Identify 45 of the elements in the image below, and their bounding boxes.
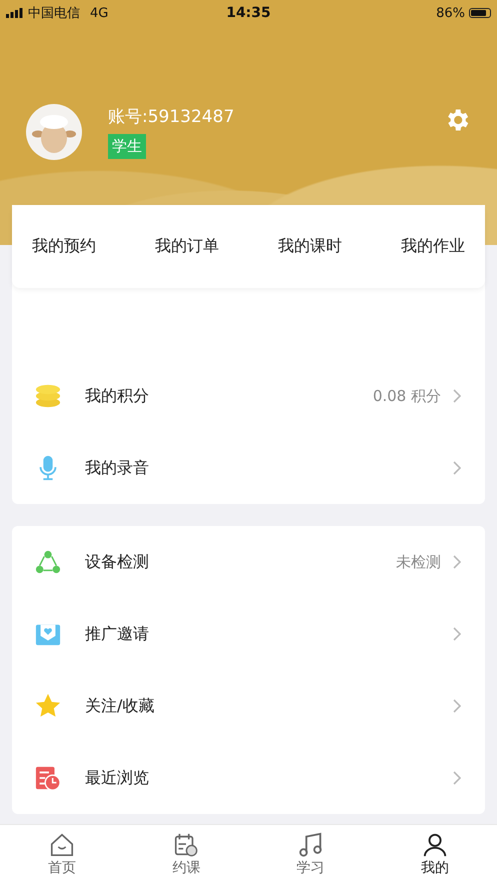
music-note-icon — [298, 832, 324, 858]
network-type: 4G — [90, 6, 108, 20]
account-number: 账号:59132487 — [108, 106, 234, 128]
chevron-icon — [453, 699, 461, 713]
network-icon — [35, 549, 61, 575]
menu-label: 推广邀请 — [85, 624, 150, 644]
battery-icon — [468, 8, 491, 18]
battery-percent: 86% — [436, 6, 465, 20]
person-icon — [422, 832, 448, 858]
shortcut-link[interactable]: 我的预约 — [32, 236, 96, 257]
chevron-icon — [453, 461, 461, 475]
shortcut-link[interactable]: 我的课时 — [278, 236, 342, 257]
tab-item[interactable]: 约课 — [124, 825, 248, 883]
chevron-icon — [453, 555, 461, 569]
avatar[interactable] — [26, 104, 82, 160]
menu-item[interactable]: 设备检测 未检测 — [12, 526, 485, 598]
chevron-icon — [453, 627, 461, 641]
chevron-icon — [453, 771, 461, 785]
role-badge: 学生 — [108, 134, 146, 159]
carrier-name: 中国电信 — [28, 5, 80, 22]
menu-label: 最近浏览 — [85, 768, 150, 788]
menu-item[interactable]: 最近浏览 — [12, 742, 485, 814]
tab-item[interactable]: 首页 — [0, 825, 124, 883]
chevron-icon — [453, 389, 461, 403]
menu-value: 0.08 积分 — [372, 386, 441, 406]
menu-item[interactable]: 推广邀请 — [12, 598, 485, 670]
menu-label: 设备检测 — [85, 552, 150, 572]
menu-item[interactable]: 关注/收藏 — [12, 670, 485, 742]
menu-item[interactable]: 我的积分 0.08 积分 — [12, 360, 485, 432]
house-icon — [49, 832, 76, 858]
tab-item[interactable]: 我的 — [372, 825, 497, 883]
coins-icon — [35, 383, 61, 409]
tab-item[interactable]: 学习 — [248, 825, 373, 883]
star-icon — [35, 693, 61, 719]
menu-value: 未检测 — [396, 552, 441, 572]
signal-icon — [6, 8, 24, 18]
menu-label: 我的积分 — [85, 386, 150, 406]
menu-label: 我的录音 — [85, 458, 150, 478]
shortcut-link[interactable]: 我的作业 — [401, 236, 465, 257]
calendar-icon — [173, 832, 200, 858]
shortcut-link[interactable]: 我的订单 — [155, 236, 219, 257]
status-time: 14:35 — [226, 5, 271, 21]
menu-item[interactable]: 我的录音 — [12, 432, 485, 504]
history-icon — [35, 765, 61, 791]
menu-label: 关注/收藏 — [85, 696, 156, 716]
